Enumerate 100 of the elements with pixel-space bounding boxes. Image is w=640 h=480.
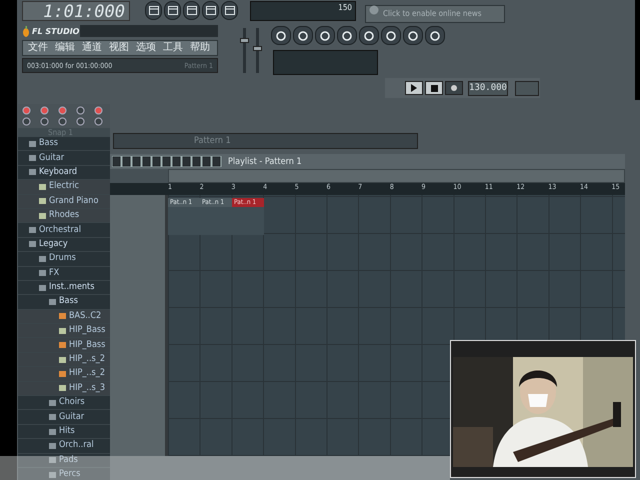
- tree-item[interactable]: BAS..C2: [18, 310, 110, 324]
- tree-item[interactable]: Bass: [18, 137, 110, 152]
- item-icon: [49, 400, 56, 406]
- tree-item[interactable]: Hits: [18, 424, 110, 440]
- window-icon: [206, 6, 216, 15]
- tool-icon: [408, 30, 418, 40]
- news-field[interactable]: Click to enable online news: [365, 4, 505, 22]
- tree-item[interactable]: HIP_Bass: [18, 338, 110, 353]
- tree-item[interactable]: HIP_..s_2: [18, 352, 110, 368]
- item-label: Legacy: [39, 238, 68, 250]
- tree-item[interactable]: Guitar: [18, 410, 110, 425]
- slider-thumb[interactable]: [253, 46, 262, 51]
- tree-item[interactable]: FX: [18, 266, 110, 281]
- tree-item[interactable]: Legacy: [18, 238, 110, 252]
- tree-item[interactable]: Orch..ral: [18, 439, 110, 454]
- tool-icon: [320, 30, 330, 40]
- play-icon: [411, 84, 417, 92]
- tool-icon: [342, 30, 352, 40]
- view-button[interactable]: [145, 1, 162, 20]
- item-label: Orchestral: [39, 224, 81, 236]
- item-label: HIP_..s_3: [69, 382, 105, 394]
- item-icon: [39, 184, 46, 190]
- item-icon: [29, 155, 36, 162]
- item-label: HIP_..s_2: [69, 368, 105, 380]
- stop-button[interactable]: [425, 81, 443, 95]
- tree-item[interactable]: Orchestral: [18, 223, 110, 238]
- menu-item[interactable]: 视图: [109, 42, 129, 54]
- slider-thumb[interactable]: [240, 38, 249, 43]
- tree-item[interactable]: Rhodes: [18, 208, 110, 224]
- menu-item[interactable]: 文件: [28, 42, 48, 54]
- tree-item[interactable]: HIP_Bass: [18, 324, 110, 338]
- item-icon: [59, 356, 66, 363]
- tree-item[interactable]: Inst..ments: [18, 280, 110, 296]
- menu-item[interactable]: 编辑: [55, 42, 75, 54]
- menu-item[interactable]: 帮助: [190, 42, 210, 54]
- tool-button[interactable]: [293, 26, 313, 45]
- item-label: HIP_Bass: [69, 325, 106, 336]
- fruit-icon: [22, 26, 30, 36]
- playlist-title: Playlist - Pattern 1: [228, 156, 302, 166]
- item-icon: [59, 342, 66, 348]
- item-icon: [29, 169, 36, 176]
- item-label: FX: [49, 268, 60, 279]
- record-icon: [451, 85, 457, 91]
- item-label: Orch..ral: [59, 440, 94, 452]
- tree-item[interactable]: Drums: [18, 252, 110, 267]
- tool-button[interactable]: [381, 26, 401, 45]
- tree-item[interactable]: Electric: [18, 180, 110, 195]
- tool-button[interactable]: [425, 26, 445, 45]
- item-label: Keyboard: [39, 166, 77, 178]
- item-icon: [49, 472, 56, 478]
- item-icon: [49, 457, 56, 464]
- item-icon: [59, 370, 66, 377]
- tool-button[interactable]: [359, 26, 379, 45]
- tree-item[interactable]: HIP_..s_3: [18, 382, 110, 396]
- item-label: Rhodes: [49, 210, 80, 222]
- item-icon: [39, 270, 46, 276]
- item-label: HIP_Bass: [69, 340, 106, 351]
- window-icon: [186, 6, 196, 15]
- item-label: BAS..C2: [69, 310, 102, 322]
- tree-item[interactable]: Keyboard: [18, 166, 110, 180]
- view-button[interactable]: [183, 1, 200, 20]
- tool-icon: [298, 30, 308, 40]
- scroll-bar[interactable]: [168, 169, 625, 183]
- tool-button[interactable]: [271, 26, 291, 45]
- tool-button[interactable]: [315, 26, 335, 45]
- item-icon: [39, 198, 46, 204]
- pattern-display: [515, 80, 539, 96]
- item-label: Inst..ments: [49, 282, 94, 294]
- tree-item[interactable]: Grand Piano: [18, 194, 110, 209]
- item-label: HIP_..s_2: [69, 354, 105, 366]
- menu-item[interactable]: 通道: [82, 42, 102, 54]
- item-label: Hits: [59, 426, 75, 437]
- meter-value: 150: [338, 3, 352, 12]
- item-icon: [59, 385, 66, 392]
- menu-item[interactable]: 工具: [163, 42, 183, 54]
- item-icon: [59, 328, 66, 334]
- item-icon: [59, 313, 66, 320]
- view-button[interactable]: [221, 1, 238, 20]
- view-button[interactable]: [164, 1, 181, 20]
- item-label: Guitar: [39, 152, 64, 164]
- tempo-display: 130.000: [468, 80, 508, 96]
- item-icon: [49, 414, 56, 420]
- view-button[interactable]: [202, 1, 219, 20]
- tool-button[interactable]: [403, 26, 423, 45]
- record-button[interactable]: [445, 81, 463, 95]
- play-button[interactable]: [405, 81, 423, 95]
- item-icon: [39, 284, 46, 291]
- tree-item[interactable]: Guitar: [18, 151, 110, 166]
- item-label: Electric: [49, 181, 80, 192]
- tree-item[interactable]: HIP_..s_2: [18, 367, 110, 382]
- window-icon: [148, 6, 158, 15]
- menu-item[interactable]: 选项: [136, 42, 156, 54]
- tool-button[interactable]: [337, 26, 357, 45]
- item-label: Pads: [59, 454, 78, 466]
- tree-item[interactable]: Choirs: [18, 396, 110, 410]
- item-icon: [49, 442, 56, 449]
- stop-icon: [430, 84, 438, 92]
- app-logo: FL STUDIO: [32, 26, 78, 36]
- item-icon: [29, 140, 36, 147]
- tree-item[interactable]: Bass: [18, 295, 110, 310]
